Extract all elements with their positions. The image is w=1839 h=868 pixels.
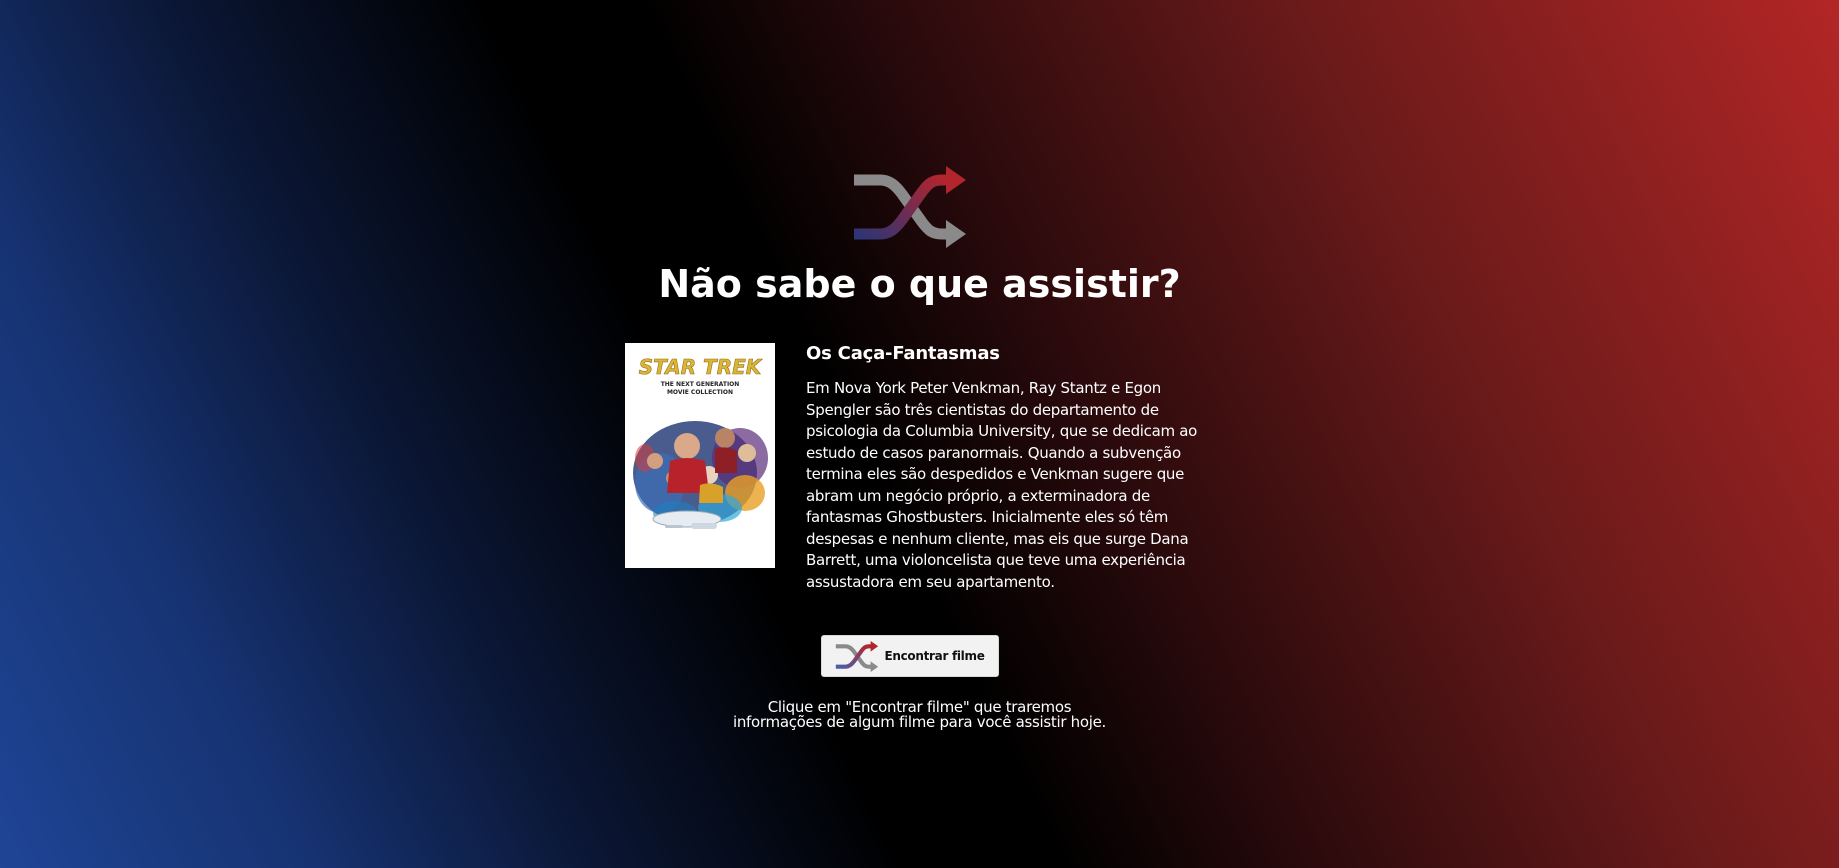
find-movie-label: Encontrar filme <box>884 649 985 663</box>
hint-line-2: informações de algum filme para você ass… <box>732 713 1107 731</box>
movie-poster: STAR TREK THE NEXT GENERATION MOVIE COLL… <box>625 343 775 568</box>
hint-text: Clique em "Encontrar filme" que traremos… <box>0 700 1839 730</box>
movie-card: STAR TREK THE NEXT GENERATION MOVIE COLL… <box>625 343 1197 615</box>
poster-title: STAR TREK <box>639 355 763 379</box>
find-movie-button[interactable]: Encontrar filme <box>821 635 999 677</box>
page-title: Não sabe o que assistir? <box>658 262 1181 306</box>
shuffle-icon <box>854 166 966 248</box>
shuffle-icon <box>836 640 879 672</box>
poster-subtitle-2: MOVIE COLLECTION <box>667 389 733 396</box>
poster-subtitle-1: THE NEXT GENERATION <box>661 381 740 388</box>
movie-info: Os Caça-Fantasmas Em Nova York Peter Ven… <box>806 343 1201 593</box>
page: Não sabe o que assistir? STAR TREK THE N… <box>0 0 1839 868</box>
movie-title: Os Caça-Fantasmas <box>806 343 1000 364</box>
movie-overview: Em Nova York Peter Venkman, Ray Stantz e… <box>806 379 1198 591</box>
